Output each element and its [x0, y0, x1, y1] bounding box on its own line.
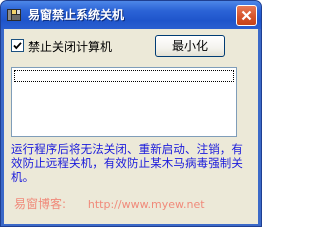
disable-shutdown-checkbox[interactable]: [11, 39, 24, 52]
disable-shutdown-label[interactable]: 禁止关闭计算机: [28, 38, 112, 55]
footer: 易窗博客: http://www.myew.net: [14, 195, 205, 212]
close-button[interactable]: [236, 5, 257, 26]
log-listbox[interactable]: [11, 67, 237, 137]
footer-blog-label: 易窗博客:: [14, 197, 67, 211]
footer-url-link[interactable]: http://www.myew.net: [88, 198, 205, 211]
checkmark-icon: [13, 42, 22, 50]
window-title: 易窗禁止系统关机: [28, 8, 125, 22]
app-icon: [6, 7, 22, 23]
app-window: 易窗禁止系统关机 禁止关闭计算机 最小化 运行程序后将无法关闭、重新启动、注销，…: [0, 0, 262, 227]
minimize-button[interactable]: 最小化: [155, 35, 225, 57]
client-area: 禁止关闭计算机 最小化 运行程序后将无法关闭、重新启动、注销，有效防止远程关机，…: [4, 29, 258, 224]
list-item[interactable]: [14, 70, 234, 82]
close-icon: [241, 10, 252, 21]
title-bar[interactable]: 易窗禁止系统关机: [1, 1, 261, 29]
info-description: 运行程序后将无法关闭、重新启动、注销，有效防止远程关机，有效防止某木马病毒强制关…: [11, 142, 243, 184]
